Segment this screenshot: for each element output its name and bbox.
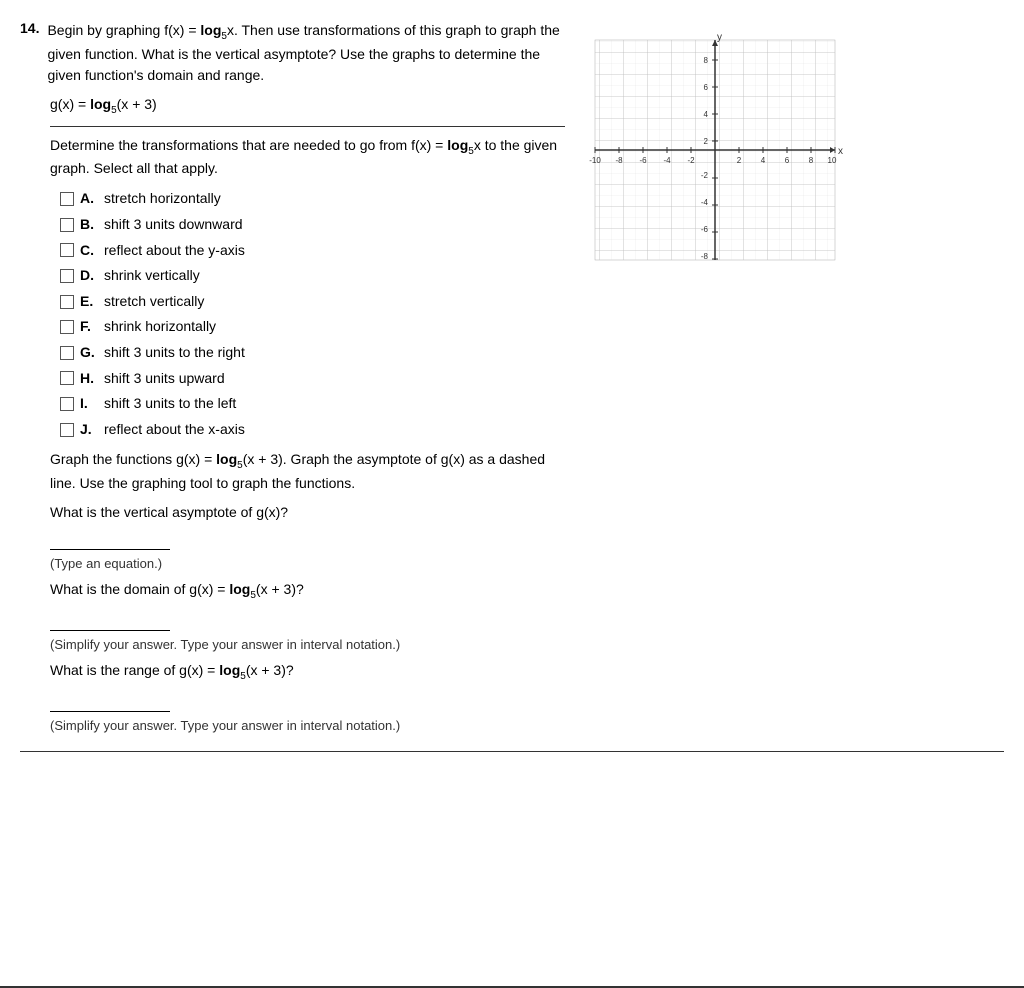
domain-answer-line[interactable]	[50, 611, 170, 631]
list-item: E. stretch vertically	[60, 292, 565, 312]
option-letter-f: F.	[80, 317, 100, 337]
left-column: 14. Begin by graphing f(x) = log5x. Then…	[20, 20, 565, 741]
list-item: C. reflect about the y-axis	[60, 241, 565, 261]
checkbox-b[interactable]	[60, 218, 74, 232]
svg-text:-6: -6	[639, 156, 647, 165]
asymptote-section: What is the vertical asymptote of g(x)?	[50, 504, 565, 550]
svg-text:4: 4	[704, 110, 709, 119]
question-number: 14.	[20, 20, 39, 86]
range-section: What is the range of g(x) = log5(x + 3)?	[50, 662, 565, 712]
svg-text:-2: -2	[701, 171, 709, 180]
svg-text:4: 4	[761, 156, 766, 165]
svg-text:6: 6	[704, 83, 709, 92]
checkbox-h[interactable]	[60, 371, 74, 385]
option-text-a: stretch horizontally	[104, 189, 221, 209]
svg-text:8: 8	[704, 56, 709, 65]
option-text-d: shrink vertically	[104, 266, 200, 286]
asymptote-answer-line[interactable]	[50, 530, 170, 550]
asymptote-question: What is the vertical asymptote of g(x)?	[50, 504, 565, 520]
option-text-h: shift 3 units upward	[104, 369, 225, 389]
list-item: H. shift 3 units upward	[60, 369, 565, 389]
range-answer-line[interactable]	[50, 692, 170, 712]
transform-prompt: Determine the transformations that are n…	[50, 135, 565, 180]
y-axis-label: y	[717, 32, 722, 43]
option-letter-g: G.	[80, 343, 100, 363]
list-item: A. stretch horizontally	[60, 189, 565, 209]
svg-text:10: 10	[828, 156, 837, 165]
question-container: 14. Begin by graphing f(x) = log5x. Then…	[0, 10, 1024, 751]
svg-text:-6: -6	[701, 225, 709, 234]
checkbox-e[interactable]	[60, 295, 74, 309]
checkbox-i[interactable]	[60, 397, 74, 411]
option-text-c: reflect about the y-axis	[104, 241, 245, 261]
domain-hint: (Simplify your answer. Type your answer …	[50, 637, 565, 652]
domain-section: What is the domain of g(x) = log5(x + 3)…	[50, 581, 565, 631]
svg-text:-4: -4	[701, 198, 709, 207]
option-letter-e: E.	[80, 292, 100, 312]
page: 14. Begin by graphing f(x) = log5x. Then…	[0, 0, 1024, 988]
option-text-j: reflect about the x-axis	[104, 420, 245, 440]
checkbox-d[interactable]	[60, 269, 74, 283]
svg-text:2: 2	[737, 156, 742, 165]
list-item: I. shift 3 units to the left	[60, 394, 565, 414]
graph-wrapper[interactable]: x y -10 -8 -6 -4 -2 2 4 6 8 10 8	[575, 30, 855, 280]
option-letter-b: B.	[80, 215, 100, 235]
svg-text:2: 2	[704, 137, 709, 146]
svg-text:-4: -4	[663, 156, 671, 165]
option-letter-a: A.	[80, 189, 100, 209]
svg-text:-8: -8	[701, 252, 709, 261]
option-text-e: stretch vertically	[104, 292, 204, 312]
option-text-i: shift 3 units to the left	[104, 394, 236, 414]
right-column: x y -10 -8 -6 -4 -2 2 4 6 8 10 8	[575, 20, 1004, 741]
svg-text:6: 6	[785, 156, 790, 165]
options-list: A. stretch horizontally B. shift 3 units…	[60, 189, 565, 439]
option-text-b: shift 3 units downward	[104, 215, 243, 235]
option-letter-i: I.	[80, 394, 100, 414]
divider-1	[50, 126, 565, 127]
graph-instruction: Graph the functions g(x) = log5(x + 3). …	[50, 449, 565, 494]
option-letter-h: H.	[80, 369, 100, 389]
given-function: g(x) = log5(x + 3)	[50, 96, 565, 116]
option-letter-c: C.	[80, 241, 100, 261]
list-item: D. shrink vertically	[60, 266, 565, 286]
option-letter-d: D.	[80, 266, 100, 286]
list-item: G. shift 3 units to the right	[60, 343, 565, 363]
checkbox-a[interactable]	[60, 192, 74, 206]
checkbox-j[interactable]	[60, 423, 74, 437]
x-axis-label: x	[838, 146, 843, 157]
range-hint: (Simplify your answer. Type your answer …	[50, 718, 565, 733]
checkbox-f[interactable]	[60, 320, 74, 334]
checkbox-g[interactable]	[60, 346, 74, 360]
range-question: What is the range of g(x) = log5(x + 3)?	[50, 662, 565, 682]
list-item: B. shift 3 units downward	[60, 215, 565, 235]
list-item: F. shrink horizontally	[60, 317, 565, 337]
option-text-f: shrink horizontally	[104, 317, 216, 337]
coordinate-graph[interactable]: x y -10 -8 -6 -4 -2 2 4 6 8 10 8	[575, 30, 855, 280]
svg-text:-8: -8	[615, 156, 623, 165]
domain-question: What is the domain of g(x) = log5(x + 3)…	[50, 581, 565, 601]
svg-text:8: 8	[809, 156, 814, 165]
svg-text:-10: -10	[589, 156, 601, 165]
asymptote-hint: (Type an equation.)	[50, 556, 565, 571]
question-intro: Begin by graphing f(x) = log5x. Then use…	[47, 20, 565, 86]
option-letter-j: J.	[80, 420, 100, 440]
option-text-g: shift 3 units to the right	[104, 343, 245, 363]
svg-text:-2: -2	[687, 156, 695, 165]
checkbox-c[interactable]	[60, 243, 74, 257]
list-item: J. reflect about the x-axis	[60, 420, 565, 440]
bottom-divider	[20, 751, 1004, 752]
